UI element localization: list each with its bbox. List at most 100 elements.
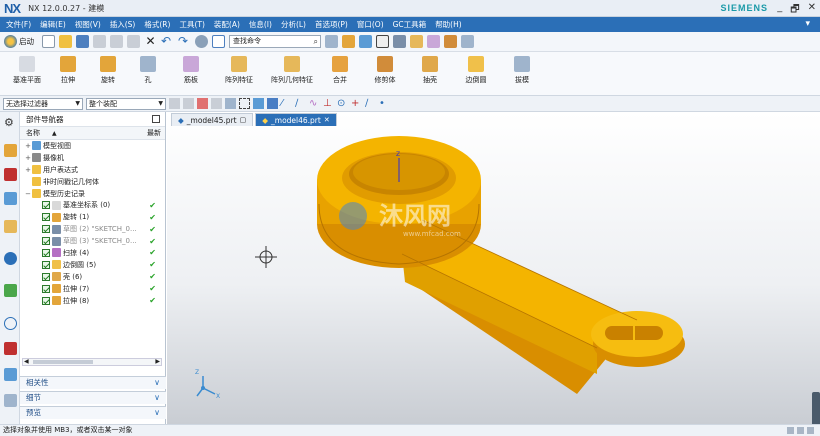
deselect-icon[interactable] (197, 98, 208, 109)
horizontal-scrollbar[interactable]: ◀ ▶ (22, 358, 162, 366)
snap-icon[interactable] (410, 35, 423, 48)
menu-right-icon[interactable]: ▾ (805, 19, 810, 29)
visibility-checkbox[interactable] (42, 237, 50, 246)
tree-row[interactable]: + 用户表达式 (20, 164, 165, 176)
menu-item[interactable]: 首选项(P) (315, 19, 348, 30)
maximize-icon[interactable] (152, 115, 160, 123)
ribbon-button[interactable]: 边倒圆 (450, 52, 502, 95)
scroll-thumb[interactable] (33, 360, 93, 364)
open-icon[interactable] (59, 35, 72, 48)
redo-icon[interactable]: ↷ (178, 35, 191, 48)
navigator-section[interactable]: 预览 ∨ (20, 406, 166, 419)
cut-icon[interactable] (93, 35, 106, 48)
menu-item[interactable]: 格式(R) (144, 19, 170, 30)
menu-item[interactable]: 编辑(E) (40, 19, 66, 30)
ribbon-button[interactable]: 阵列几何特征 (264, 52, 320, 95)
system-materials-icon[interactable] (4, 394, 17, 407)
midpoint-icon[interactable]: ⊙ (337, 98, 348, 109)
visibility-checkbox[interactable] (42, 284, 50, 293)
history-icon[interactable] (4, 317, 17, 330)
part-model[interactable]: Z (317, 136, 685, 394)
roles-icon[interactable] (4, 342, 17, 355)
tree-row[interactable]: 扫掠 (4) ✔ (20, 247, 165, 259)
selection-scope-select[interactable]: 整个装配 ▼ (86, 97, 166, 110)
expand-toggle-icon[interactable]: + (24, 166, 32, 174)
menu-item[interactable]: 信息(I) (249, 19, 272, 30)
menu-item[interactable]: 帮助(H) (435, 19, 462, 30)
ribbon-button[interactable]: 基准平面 (6, 52, 48, 95)
snap-point-icon[interactable] (225, 98, 236, 109)
spline-icon[interactable]: ∿ (309, 98, 320, 109)
tree-row[interactable]: + 摄像机 (20, 152, 165, 164)
background-icon[interactable] (376, 35, 389, 48)
web-browser-icon[interactable] (4, 252, 17, 265)
face-icon[interactable] (267, 98, 278, 109)
curve-icon[interactable]: ⁄ (281, 98, 292, 109)
copy-icon[interactable] (110, 35, 123, 48)
ribbon-button[interactable]: 筋板 (168, 52, 214, 95)
paste-icon[interactable] (127, 35, 140, 48)
tree-row[interactable]: 边倒圆 (5) ✔ (20, 259, 165, 271)
ribbon-button[interactable]: 抽壳 (410, 52, 450, 95)
menu-item[interactable]: 插入(S) (110, 19, 136, 30)
tree-row[interactable]: 草图 (2) "SKETCH_0... ✔ (20, 223, 165, 235)
orient-icon[interactable] (393, 35, 406, 48)
tree-row[interactable]: 拉伸 (7) ✔ (20, 283, 165, 295)
graphics-window[interactable]: ◆ _model45.prt ▢ ◆ _model46.prt ✕ Z 沐风网 … (167, 112, 820, 432)
visibility-checkbox[interactable] (42, 248, 50, 257)
reuse-library-icon[interactable] (4, 220, 17, 233)
assembly-navigator-icon[interactable] (4, 168, 17, 181)
wcs-icon[interactable] (444, 35, 457, 48)
filter-icon[interactable] (169, 98, 180, 109)
column-name[interactable]: 名称 (26, 128, 40, 138)
tree-row[interactable]: 草图 (3) "SKETCH_0... ✔ (20, 235, 165, 247)
menu-item[interactable]: 装配(A) (214, 19, 240, 30)
delete-icon[interactable]: ✕ (144, 35, 157, 48)
expand-toggle-icon[interactable]: + (24, 154, 32, 162)
ribbon-button[interactable]: 拉伸 (48, 52, 88, 95)
model-canvas[interactable]: Z 沐风网 www.mfcad.com Z X (167, 112, 820, 424)
tree-row[interactable]: 壳 (6) ✔ (20, 271, 165, 283)
new-icon[interactable] (42, 35, 55, 48)
center-icon[interactable]: + (351, 98, 362, 109)
process-studio-icon[interactable] (4, 284, 17, 297)
ribbon-button[interactable]: 修剪体 (360, 52, 410, 95)
layout-icon[interactable] (325, 35, 338, 48)
view-icon[interactable] (342, 35, 355, 48)
column-latest[interactable]: 最新 (147, 128, 161, 138)
ruler-icon[interactable] (461, 35, 474, 48)
command-search-input[interactable]: 查找命令 ⌕ (229, 35, 321, 48)
scroll-left-icon[interactable]: ◀ (24, 358, 29, 365)
ribbon-button[interactable]: 旋转 (88, 52, 128, 95)
tree-row[interactable]: 拉伸 (8) ✔ (20, 295, 165, 307)
start-button[interactable]: 启动 (4, 35, 34, 48)
ribbon-button[interactable]: 拔模 (502, 52, 542, 95)
visibility-checkbox[interactable] (42, 260, 50, 269)
tree-row[interactable]: − 模型历史记录 (20, 188, 165, 200)
line-icon[interactable]: ∕ (295, 98, 306, 109)
tangent-icon[interactable]: ∕ (365, 98, 376, 109)
expand-toggle-icon[interactable]: − (24, 190, 32, 198)
navigator-section[interactable]: 细节 ∨ (20, 391, 166, 404)
render-style-icon[interactable] (195, 35, 208, 48)
menu-item[interactable]: 分析(L) (281, 19, 306, 30)
visibility-checkbox[interactable] (42, 296, 50, 305)
select-all-icon[interactable] (183, 98, 194, 109)
box-select-icon[interactable] (239, 98, 250, 109)
selection-filter-select[interactable]: 无选择过滤器 ▼ (3, 97, 83, 110)
visibility-checkbox[interactable] (42, 213, 50, 222)
tree-row[interactable]: 旋转 (1) ✔ (20, 211, 165, 223)
measure-icon[interactable] (427, 35, 440, 48)
point-icon[interactable]: • (379, 98, 390, 109)
menu-item[interactable]: 工具(T) (179, 19, 204, 30)
menu-item[interactable]: 文件(F) (6, 19, 31, 30)
cube-icon[interactable] (359, 35, 372, 48)
visibility-checkbox[interactable] (42, 225, 50, 234)
visibility-checkbox[interactable] (42, 272, 50, 281)
endpoint-icon[interactable]: ⊥ (323, 98, 334, 109)
tree-row[interactable]: 基准坐标系 (0) ✔ (20, 199, 165, 211)
tree-row[interactable]: 非时间戳记几何体 (20, 176, 165, 188)
menu-item[interactable]: GC工具箱 (393, 19, 427, 30)
ribbon-button[interactable]: 合并 (320, 52, 360, 95)
window-icon[interactable] (212, 35, 225, 48)
